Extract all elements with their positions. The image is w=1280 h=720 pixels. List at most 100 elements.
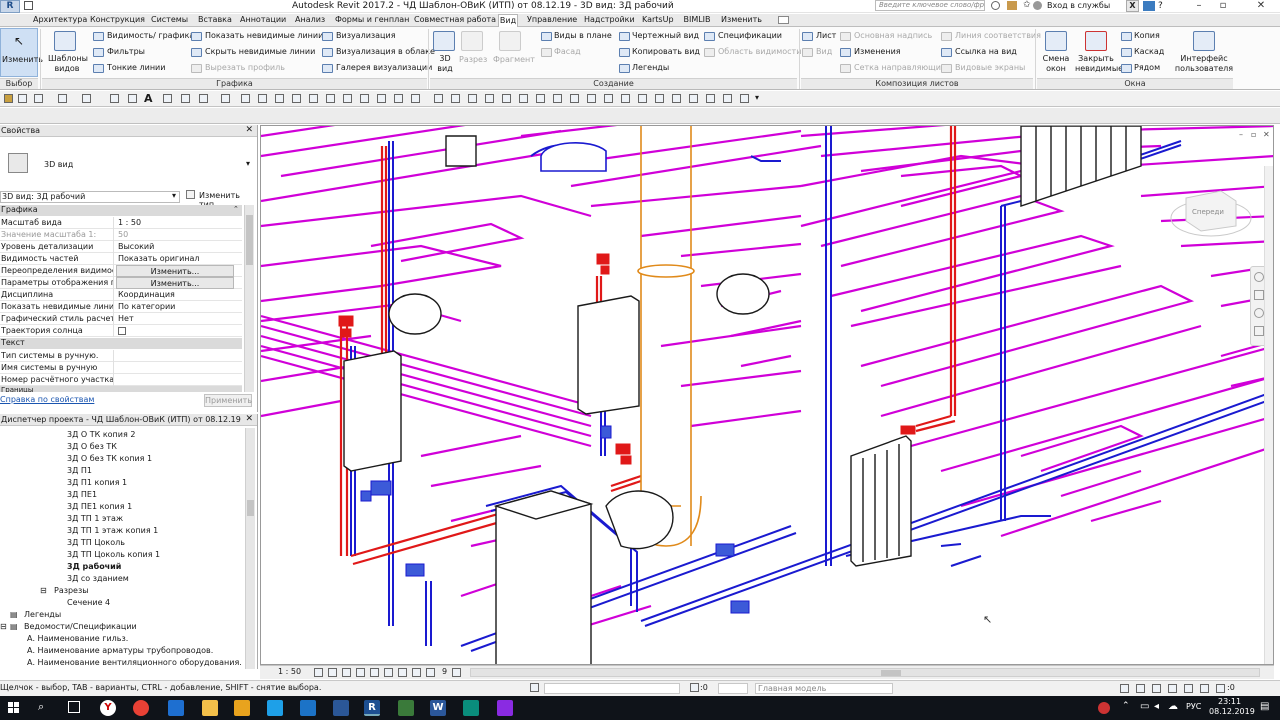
tab-annotate[interactable]: Аннотации (240, 14, 286, 27)
guide-grid-button[interactable]: Сетка направляющих (854, 63, 946, 73)
view-scale[interactable]: 1 : 50 (278, 667, 301, 676)
scroll-thumb[interactable] (247, 500, 254, 516)
sun-path-checkbox[interactable] (118, 327, 126, 335)
background-processes-icon[interactable] (1200, 684, 1209, 693)
tab-massing-site[interactable]: Формы и генплан (335, 14, 409, 27)
sheet-button[interactable]: Лист (816, 31, 836, 41)
user-icon[interactable] (1033, 1, 1042, 10)
tool-icon-26[interactable] (706, 94, 715, 103)
horizontal-scrollbar[interactable] (470, 668, 1260, 677)
tool-icon-19[interactable] (587, 94, 596, 103)
duplicate-view-button[interactable]: Копировать вид (632, 47, 700, 57)
tag-icon[interactable] (258, 94, 267, 103)
star-icon[interactable]: ✩ (1023, 0, 1031, 10)
workset-dropdown[interactable] (544, 683, 680, 694)
tab-manage[interactable]: Управление (527, 14, 577, 27)
tree-item[interactable]: 3Д О без ТК копия 1 (67, 454, 152, 464)
scroll-thumb[interactable] (246, 215, 253, 265)
collapse-icon[interactable]: ⊟ (0, 622, 7, 632)
tree-item[interactable]: 3Д ТП Цоколь (67, 538, 125, 548)
hide-hidden-lines-button[interactable]: Скрыть невидимые линии (205, 47, 315, 57)
chrome-icon[interactable] (133, 700, 149, 716)
modify-button[interactable]: ↖ Изменить (0, 28, 43, 77)
tool-icon-17[interactable] (553, 94, 562, 103)
3d-viewport[interactable]: Спереди – ▫ ✕ ↖ (260, 125, 1274, 665)
edit-vg-overrides-button[interactable]: Изменить... (116, 265, 234, 277)
tool-icon-6[interactable] (360, 94, 369, 103)
tree-group-legends[interactable]: Легенды (24, 610, 61, 620)
render-button[interactable]: Визуализация (336, 31, 396, 41)
tool-icon-22[interactable] (638, 94, 647, 103)
tab-insert[interactable]: Вставка (198, 14, 232, 27)
view-minimize-icon[interactable]: – (1239, 130, 1243, 139)
close-icon[interactable]: ✕ (245, 414, 253, 425)
save-icon[interactable] (18, 94, 27, 103)
tool-icon-25[interactable] (689, 94, 698, 103)
schedules-button[interactable]: Спецификации (718, 31, 782, 41)
tray-arrow-icon[interactable]: ⌃ (1122, 701, 1130, 711)
editing-requests[interactable] (718, 683, 748, 694)
show-hidden-lines-button[interactable]: Показать невидимые линии (205, 31, 323, 41)
viewcube-label[interactable]: Спереди (1192, 208, 1224, 216)
tray-app-icon[interactable] (1098, 702, 1110, 714)
close-inactive-views-icon[interactable] (221, 94, 230, 103)
tool-icon-24[interactable] (672, 94, 681, 103)
worksets-icon[interactable] (530, 683, 539, 692)
notifications-icon[interactable]: ▤ (1260, 701, 1269, 712)
tab-systems[interactable]: Системы (151, 14, 188, 27)
select-underlay-icon[interactable] (1136, 684, 1145, 693)
help-button[interactable]: ? (1158, 0, 1163, 12)
tool-icon-18[interactable] (570, 94, 579, 103)
title-block-button[interactable]: Основная надпись (854, 31, 932, 41)
tool-icon-13[interactable] (485, 94, 494, 103)
windows-start-icon[interactable] (8, 702, 20, 714)
tree-group-sections[interactable]: Разрезы (54, 586, 89, 596)
tree-item[interactable]: 3Д ТП Цоколь копия 1 (67, 550, 160, 560)
reveal-hidden-icon[interactable] (412, 668, 421, 677)
tool-icon-27[interactable] (723, 94, 732, 103)
constraints-icon[interactable] (452, 668, 461, 677)
open-icon[interactable] (24, 1, 33, 10)
panel-create-label[interactable]: Создание (430, 78, 797, 89)
select-pinned-icon[interactable] (1152, 684, 1161, 693)
panel-sheet-composition-label[interactable]: Композиция листов (801, 78, 1033, 89)
cloud-icon[interactable]: ☁ (1168, 701, 1178, 712)
tree-item[interactable]: 3Д ПЕ1 копия 1 (67, 502, 132, 512)
apply-button[interactable]: Применить (204, 394, 252, 407)
tab-kartsup[interactable]: KartsUp (642, 14, 674, 27)
revisions-button[interactable]: Изменения (854, 47, 901, 57)
cascade-button[interactable]: Каскад (1134, 47, 1164, 57)
3d-view-button[interactable]: 3D вид (431, 29, 457, 77)
visual-style-icon[interactable] (328, 668, 337, 677)
tab-analyze[interactable]: Анализ (295, 14, 325, 27)
temporary-hide-icon[interactable] (398, 668, 407, 677)
settings-icon[interactable] (333, 700, 349, 716)
visibility-graphics-button[interactable]: Видимость/ графика (107, 31, 194, 41)
design-option-dropdown[interactable]: Главная модель (755, 683, 893, 694)
detail-level-icon[interactable] (314, 668, 323, 677)
properties-help-link[interactable]: Справка по свойствам (0, 395, 94, 404)
close-icon[interactable]: ✕ (245, 125, 253, 136)
a360-icon[interactable] (1143, 1, 1155, 11)
thin-lines-qat-icon[interactable] (199, 94, 208, 103)
subscription-icon[interactable] (1007, 1, 1017, 10)
drafting-view-button[interactable]: Чертежный вид (632, 31, 699, 41)
clock-date[interactable]: 08.12.2019 (1209, 707, 1255, 716)
yandex-browser-icon[interactable]: Y (100, 700, 116, 716)
view-templates-button[interactable]: Шаблоны видов (44, 29, 88, 77)
cut-profile-button[interactable]: Вырезать профиль (205, 63, 285, 73)
section-text[interactable]: Текст (0, 338, 242, 349)
tree-item[interactable]: 3Д ТП 1 этаж (67, 514, 123, 524)
tool-icon-8[interactable] (394, 94, 403, 103)
tab-view[interactable]: Вид (498, 14, 518, 27)
tile-button[interactable]: Рядом (1134, 63, 1160, 73)
tree-item[interactable]: Сечение 4 (67, 598, 110, 608)
tool-icon-9[interactable] (411, 94, 420, 103)
file-explorer-icon[interactable] (202, 700, 218, 716)
plan-views-button[interactable]: Виды в плане (554, 31, 612, 41)
scope-box-button[interactable]: Область видимости (718, 47, 801, 57)
redo-icon[interactable] (82, 94, 91, 103)
edit-graphic-display-button[interactable]: Изменить... (116, 277, 234, 289)
panel-windows-label[interactable]: Окна (1037, 78, 1233, 89)
render-gallery-button[interactable]: Галерея визуализации (336, 63, 432, 73)
